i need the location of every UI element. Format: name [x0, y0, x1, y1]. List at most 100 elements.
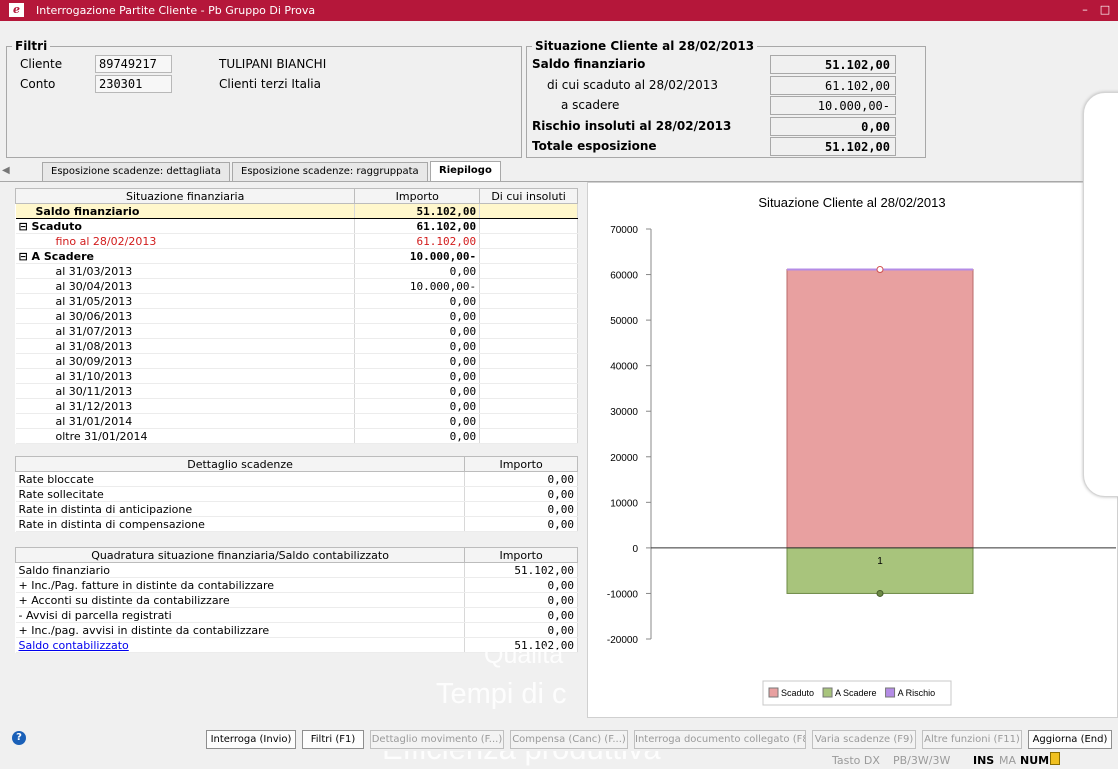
chart-title: Situazione Cliente al 28/02/2013: [758, 195, 945, 210]
status-tasto: Tasto DX: [832, 754, 880, 767]
col-header-situazione[interactable]: Situazione finanziaria: [14, 188, 356, 204]
scaduto-label: di cui scaduto al 28/02/2013: [547, 78, 719, 92]
scaduto-value: 61.102,00: [770, 76, 896, 95]
a-scadere-value: 10.000,00-: [770, 96, 896, 115]
conto-code-field[interactable]: 230301: [95, 75, 172, 93]
tab-raggruppata[interactable]: Esposizione scadenze: raggruppata: [232, 162, 428, 181]
status-codes: PB/3W/3W: [893, 754, 951, 767]
a-scadere-label: a scadere: [561, 98, 620, 112]
status-ma: MA: [999, 754, 1017, 767]
legend-label: Scaduto: [781, 688, 814, 698]
y-tick-label: 30000: [610, 407, 638, 418]
col-header-importo[interactable]: Importo: [464, 547, 578, 563]
saldo-finanziario-label: Saldo finanziario: [532, 57, 646, 71]
point-scaduto: [876, 266, 884, 274]
tab-scroll-left-icon[interactable]: ◀: [2, 165, 10, 176]
table-row[interactable]: al 31/08/2013 0,00: [15, 338, 578, 354]
bar-scaduto: [786, 269, 974, 549]
tab-riepilogo[interactable]: Riepilogo: [430, 161, 501, 182]
table-row[interactable]: Rate sollecitate 0,00: [15, 486, 578, 502]
side-popup-panel: [1083, 92, 1118, 497]
y-tick-label: 40000: [610, 362, 638, 373]
overlay-text-tempi: Tempi di c: [436, 678, 567, 710]
point-a-scadere: [876, 589, 884, 597]
col-header-insoluti[interactable]: Di cui insoluti: [479, 188, 578, 204]
table-row[interactable]: Saldo finanziario 51.102,00: [15, 562, 578, 578]
table-row[interactable]: ⊟ Scaduto 61.102,00: [15, 218, 578, 234]
saldo-finanziario-value: 51.102,00: [770, 55, 896, 74]
varia-scadenze-button[interactable]: Varia scadenze (F9): [812, 730, 916, 749]
y-tick-label: 20000: [610, 453, 638, 464]
table-row[interactable]: al 30/04/2013 10.000,00-: [15, 278, 578, 294]
table-row[interactable]: Rate in distinta di compensazione 0,00: [15, 516, 578, 532]
table-row[interactable]: al 31/07/2013 0,00: [15, 323, 578, 339]
conto-label: Conto: [20, 77, 56, 91]
tab-bar: ◀ Esposizione scadenze: dettagliata Espo…: [0, 161, 1118, 182]
chart-svg: Situazione Cliente al 28/02/2013 70000 600…: [607, 195, 1116, 706]
table-row[interactable]: oltre 31/01/2014 0,00: [15, 428, 578, 444]
y-tick-label: 50000: [610, 316, 638, 327]
saldo-contabilizzato-link[interactable]: Saldo contabilizzato: [19, 639, 129, 652]
table-row[interactable]: + Acconti su distinte da contabilizzare 0…: [15, 592, 578, 608]
col-header-importo[interactable]: Importo: [354, 188, 481, 204]
app-logo-icon: e: [9, 3, 24, 17]
window-title: Interrogazione Partite Cliente - Pb Grup…: [36, 4, 316, 17]
collapse-icon[interactable]: ⊟: [19, 250, 32, 263]
table-row[interactable]: al 30/11/2013 0,00: [15, 383, 578, 399]
table-row[interactable]: ⊟ A Scadere 10.000,00-: [15, 248, 578, 264]
situazione-finanziaria-table: Situazione finanziaria Importo Di cui in…: [14, 188, 578, 444]
collapse-icon[interactable]: ⊟: [19, 220, 32, 233]
table-row[interactable]: fino al 28/02/2013 61.102,00: [15, 233, 578, 249]
totale-esposizione-label: Totale esposizione: [532, 139, 657, 153]
table-row[interactable]: Rate bloccate 0,00: [15, 471, 578, 487]
col-header-dettaglio[interactable]: Dettaglio scadenze: [14, 456, 466, 472]
bar-a-scadere: [786, 547, 974, 594]
col-header-quadratura[interactable]: Quadratura situazione finanziaria/Saldo …: [14, 547, 466, 563]
y-tick-label: 0: [632, 544, 638, 555]
col-header-importo[interactable]: Importo: [464, 456, 578, 472]
cliente-label: Cliente: [20, 57, 63, 71]
dettaglio-movimento-button[interactable]: Dettaglio movimento (F...): [370, 730, 504, 749]
table-row[interactable]: al 30/06/2013 0,00: [15, 308, 578, 324]
compensa-button[interactable]: Compensa (Canc) (F...): [510, 730, 628, 749]
table-row[interactable]: - Avvisi di parcella registrati 0,00: [15, 607, 578, 623]
cliente-name: TULIPANI BIANCHI: [219, 57, 327, 71]
table-row[interactable]: al 30/09/2013 0,00: [15, 353, 578, 369]
filtri-button[interactable]: Filtri (F1): [302, 730, 364, 749]
rischio-insoluti-label: Rischio insoluti al 28/02/2013: [532, 119, 732, 133]
minimize-button[interactable]: –: [1076, 2, 1094, 18]
table-row[interactable]: + Inc./pag. avvisi in distinte da contab…: [15, 622, 578, 638]
tab-dettagliata[interactable]: Esposizione scadenze: dettagliata: [42, 162, 230, 181]
legend-label: A Scadere: [835, 688, 877, 698]
aggiorna-button[interactable]: Aggiorna (End): [1028, 730, 1112, 749]
y-tick-label: 60000: [610, 271, 638, 282]
table-row[interactable]: + Inc./Pag. fatture in distinte da conta…: [15, 577, 578, 593]
cliente-code-field[interactable]: 89749217: [95, 55, 172, 73]
table-row[interactable]: al 31/12/2013 0,00: [15, 398, 578, 414]
table-row[interactable]: al 31/10/2013 0,00: [15, 368, 578, 384]
database-icon: [1050, 752, 1060, 765]
legend-label: A Rischio: [898, 688, 936, 698]
maximize-button[interactable]: □: [1096, 2, 1114, 18]
table-row[interactable]: Rate in distinta di anticipazione 0,00: [15, 501, 578, 517]
totale-esposizione-value: 51.102,00: [770, 137, 896, 156]
altre-funzioni-button[interactable]: Altre funzioni (F11): [922, 730, 1022, 749]
dettaglio-scadenze-table: Dettaglio scadenze Importo Rate bloccate…: [14, 456, 578, 532]
status-ins: INS: [973, 754, 995, 767]
status-num: NUM: [1020, 754, 1050, 767]
situazione-title: Situazione Cliente al 28/02/2013: [532, 39, 758, 53]
y-tick-label: -10000: [607, 589, 639, 600]
legend-swatch: [885, 687, 896, 698]
table-row[interactable]: al 31/05/2013 0,00: [15, 293, 578, 309]
rischio-insoluti-value: 0,00: [770, 117, 896, 136]
y-tick-label: 70000: [610, 225, 638, 236]
legend-swatch: [768, 687, 779, 698]
interroga-documento-collegato-button[interactable]: Interroga documento collegato (F8): [634, 730, 806, 749]
table-row[interactable]: al 31/03/2013 0,00: [15, 263, 578, 279]
table-row[interactable]: al 31/01/2014 0,00: [15, 413, 578, 429]
interroga-button[interactable]: Interroga (Invio): [206, 730, 296, 749]
help-icon[interactable]: ?: [12, 731, 26, 745]
y-tick-label: 10000: [610, 498, 638, 509]
conto-name: Clienti terzi Italia: [219, 77, 321, 91]
table-row[interactable]: Saldo finanziario 51.102,00: [15, 203, 578, 219]
